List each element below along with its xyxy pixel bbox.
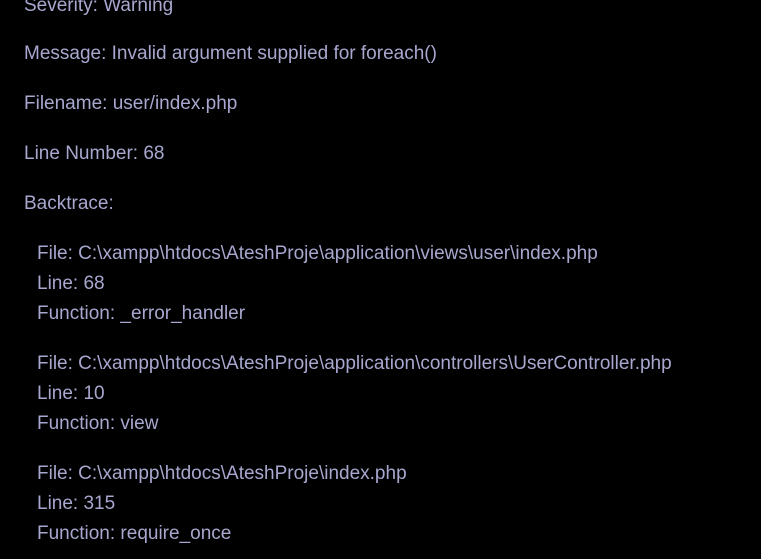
backtrace-line: Line: 10	[37, 383, 105, 404]
backtrace-function: Function: _error_handler	[37, 303, 246, 324]
php-error-panel: Severity: Warning Message: Invalid argum…	[0, 0, 761, 559]
line-number-text: Line Number: 68	[24, 143, 165, 164]
filename-text: Filename: user/index.php	[24, 93, 238, 114]
backtrace-function: Function: view	[37, 413, 159, 434]
backtrace-line: Line: 315	[37, 493, 116, 514]
backtrace-line: Line: 68	[37, 273, 105, 294]
backtrace-file: File: C:\xampp\htdocs\AteshProje\applica…	[37, 243, 598, 264]
severity-text: Severity: Warning	[24, 0, 174, 16]
backtrace-function: Function: require_once	[37, 523, 232, 544]
backtrace-file: File: C:\xampp\htdocs\AteshProje\applica…	[37, 353, 672, 374]
message-text: Message: Invalid argument supplied for f…	[24, 43, 437, 64]
backtrace-file: File: C:\xampp\htdocs\AteshProje\index.p…	[37, 463, 407, 484]
backtrace-label: Backtrace:	[24, 193, 114, 214]
